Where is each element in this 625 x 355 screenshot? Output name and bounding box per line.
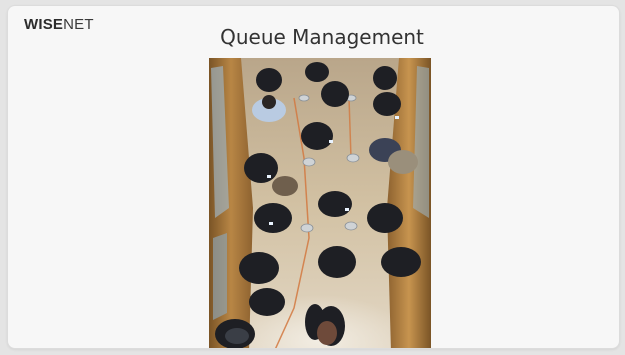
camera-feed-image <box>209 58 431 348</box>
left-glass-panel-lower <box>213 233 227 320</box>
presentation-slide: WISENET Queue Management <box>8 6 619 348</box>
slide-title: Queue Management <box>220 25 424 49</box>
fisheye-camera-view <box>209 58 431 348</box>
